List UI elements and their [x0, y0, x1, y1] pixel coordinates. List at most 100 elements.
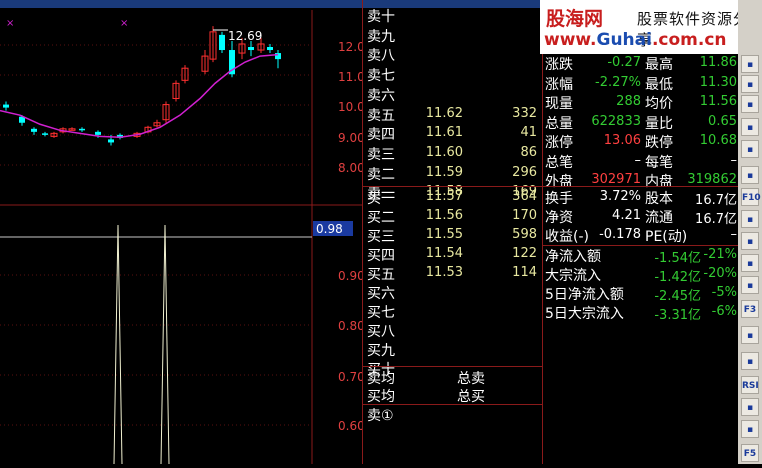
sell-level-label: 卖七: [367, 68, 395, 85]
fund-flow-row: 大宗流入 -1.42亿 -20%: [543, 265, 739, 285]
quote-value: 16.7亿: [695, 212, 737, 227]
candle-body: [95, 131, 101, 135]
sell-level-row[interactable]: 卖八: [363, 45, 543, 64]
buy-level-row[interactable]: 买三 11.55 598: [363, 226, 543, 245]
buy-level-row[interactable]: 买八: [363, 321, 543, 340]
quote-value: 0.65: [708, 113, 737, 129]
fund-flow-percent: -21%: [703, 247, 737, 262]
sell-level-row[interactable]: 卖五 11.62 332: [363, 105, 543, 124]
candle-body: [248, 47, 254, 51]
quote-row: 总量 622833 量比 0.65: [543, 113, 739, 132]
buy-level-row[interactable]: 买一 11.57 364: [363, 188, 543, 207]
sell-level-label: 卖十: [367, 9, 395, 25]
sell-level-row[interactable]: 卖四 11.61 41: [363, 124, 543, 143]
quote-value: 302971: [591, 172, 641, 187]
quote-value: 10.68: [699, 133, 737, 148]
quote-label: 净资: [545, 210, 573, 226]
book-footer-tab[interactable]: 卖①: [367, 405, 394, 425]
quote-value: -0.178: [599, 227, 641, 242]
buy-level-label: 买五: [367, 267, 395, 283]
candle-body: [219, 34, 225, 51]
toolbar-button[interactable]: ▪: [741, 166, 759, 184]
toolbar-button[interactable]: ▪: [741, 326, 759, 344]
buy-level-label: 买一: [367, 191, 395, 207]
quote-label: 最高: [645, 57, 673, 73]
quote-label: 均价: [645, 96, 673, 112]
quote-label: 现量: [545, 96, 573, 112]
quote-label: 总量: [545, 115, 573, 132]
sell-level-label: 卖二: [367, 166, 395, 183]
marker-x: ×: [6, 18, 14, 29]
buy-level-label: 买七: [367, 305, 395, 321]
quote-value: 3.72%: [599, 189, 641, 204]
quote-value: –: [730, 152, 738, 168]
sell-level-row[interactable]: 卖三 11.60 86: [363, 144, 543, 163]
buy-level-row[interactable]: 买二 11.56 170: [363, 207, 543, 226]
buy-level-volume: 364: [512, 189, 537, 204]
toolbar-button[interactable]: ▪: [741, 118, 759, 136]
quote-value: 288: [616, 94, 641, 109]
quote-row: 涨停 13.06 跌停 10.68: [543, 132, 739, 151]
buy-level-row[interactable]: 买六: [363, 283, 543, 302]
quote-label: 涨幅: [545, 76, 573, 93]
fund-flow-row: 净流入额 -1.54亿 -21%: [543, 246, 739, 266]
sell-level-row[interactable]: 卖七: [363, 65, 543, 84]
book-summary-total-sell: 总卖: [457, 371, 485, 387]
quote-label: 涨跌: [545, 57, 573, 73]
high-mark-label: 12.69: [228, 29, 262, 43]
toolbar-button[interactable]: ▪: [741, 232, 759, 250]
toolbar-button[interactable]: ▪: [741, 75, 759, 93]
candle-body: [3, 104, 9, 108]
toolbar-button[interactable]: ▪: [741, 55, 759, 73]
buy-level-volume: 114: [512, 265, 537, 280]
toolbar-button[interactable]: F10: [741, 188, 761, 206]
buy-level-price: 11.53: [425, 265, 463, 280]
buy-level-row[interactable]: 买七: [363, 302, 543, 321]
buy-level-row[interactable]: 买四 11.54 122: [363, 245, 543, 264]
toolbar-button[interactable]: ▪: [741, 140, 759, 158]
toolbar-button[interactable]: ▪: [741, 420, 759, 438]
indicator-axis-label: 0.70: [338, 370, 362, 384]
quote-label: 换手: [545, 191, 573, 207]
sell-level-label: 卖五: [367, 107, 395, 124]
buy-level-row[interactable]: 买五 11.53 114: [363, 264, 543, 283]
indicator-axis-label: 0.80: [338, 319, 362, 333]
sell-level-row[interactable]: 卖六: [363, 85, 543, 104]
quote-row: 涨幅 -2.27% 最低 11.30: [543, 74, 739, 93]
sell-level-row[interactable]: 卖二 11.59 296: [363, 164, 543, 183]
toolbar-button[interactable]: ▪: [741, 398, 759, 416]
kline-chart-svg[interactable]: 12.00 11.00 10.00 9.00 8.00 0.90 0.80 0.70 0.60 0…: [0, 0, 372, 465]
toolbar-button[interactable]: F3: [741, 300, 759, 318]
quote-value: –: [634, 152, 642, 168]
toolbar-button[interactable]: RSI: [741, 376, 759, 394]
toolbar-button[interactable]: ▪: [741, 352, 759, 370]
price-axis-label: 12.00: [338, 40, 362, 54]
chart-area[interactable]: 12.00 11.00 10.00 9.00 8.00 0.90 0.80 0.70 0.60 0…: [0, 0, 372, 465]
quote-value: -0.27: [607, 55, 641, 70]
toolbar-button[interactable]: ▪: [741, 95, 759, 113]
sell-level-volume: 86: [520, 144, 537, 160]
toolbar-button[interactable]: F5: [741, 444, 759, 462]
quote-value: -2.27%: [595, 74, 641, 90]
indicator-spike: [160, 224, 170, 465]
price-axis-label: 8.00: [338, 161, 362, 175]
fund-flow-label: 5日大宗流入: [545, 306, 624, 322]
toolbar-button[interactable]: ▪: [741, 210, 759, 228]
sell-level-row[interactable]: 卖十: [363, 6, 543, 25]
quote-label: 流通: [645, 210, 673, 226]
quote-panel: 涨跌 -0.27 最高 11.86 涨幅 -2.27% 最低 11.30 现量 288 均价 11.5…: [542, 0, 739, 464]
buy-level-price: 11.55: [425, 227, 463, 242]
price-axis-label: 10.00: [338, 100, 362, 114]
sell-level-row[interactable]: 卖九: [363, 26, 543, 45]
buy-level-row[interactable]: 买九: [363, 340, 543, 359]
candle-body: [79, 128, 85, 131]
toolbar-button[interactable]: ▪: [741, 276, 759, 294]
toolbar-button[interactable]: ▪: [741, 254, 759, 272]
indicator-spike: [113, 224, 123, 465]
quote-label: 量比: [645, 115, 673, 132]
quote-row: 现量 288 均价 11.56: [543, 93, 739, 112]
sell-level-price: 11.62: [425, 105, 463, 121]
buy-level-price: 11.57: [425, 189, 463, 204]
buy-level-price: 11.54: [425, 246, 463, 261]
sell-level-volume: 296: [512, 164, 537, 180]
